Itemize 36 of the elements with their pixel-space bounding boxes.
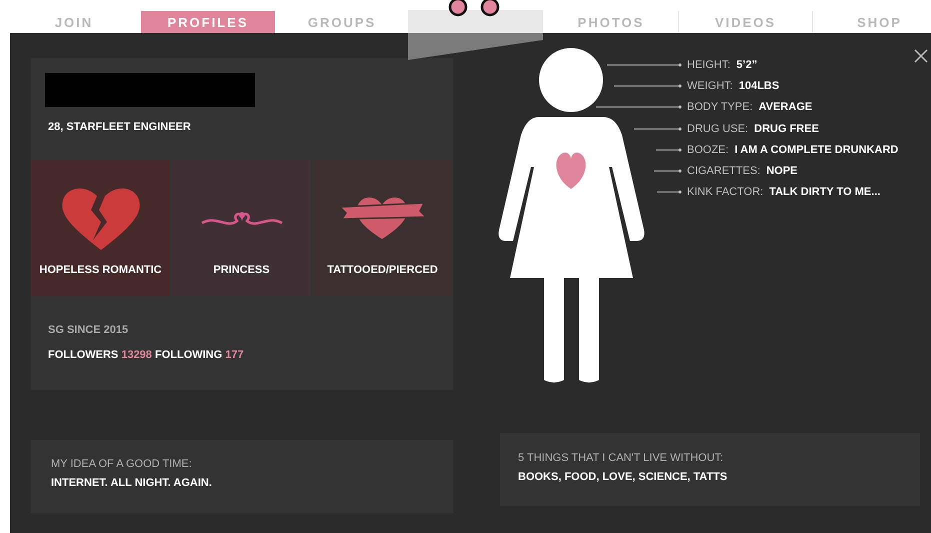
trait-label: HOPELESS ROMANTIC: [39, 264, 162, 276]
leader-line: [654, 168, 682, 174]
stat-label: CIGARETTES:: [687, 165, 760, 178]
stat-label: DRUG USE:: [687, 122, 748, 135]
stat-value: TALK DIRTY TO ME...: [769, 186, 880, 198]
info-label: 5 THINGS THAT I CAN'T LIVE WITHOUT:: [518, 452, 724, 464]
trait-label: TATTOOED/PIERCED: [327, 264, 438, 276]
info-label: MY IDEA OF A GOOD TIME:: [51, 458, 193, 470]
profile-subtitle: 28, STARFLEET ENGINEER: [48, 121, 192, 133]
nav-tab[interactable]: JOIN: [7, 11, 141, 33]
stat-label: KINK FACTOR:: [687, 186, 764, 198]
heart-banner-icon: [338, 194, 426, 240]
stat-value: 104LBS: [738, 80, 780, 92]
trait-label: PRINCESS: [213, 264, 270, 276]
stat-label: WEIGHT:: [687, 80, 733, 92]
leader-line: [657, 189, 682, 196]
leader-line: [634, 126, 682, 132]
info-value: INTERNET. ALL NIGHT. AGAIN.: [51, 477, 213, 489]
nav-tab[interactable]: PROFILES: [141, 11, 275, 33]
member-since: SG SINCE 2015: [48, 324, 130, 336]
stat-value: NOPE: [766, 165, 798, 178]
stat-label: HEIGHT:: [687, 58, 730, 71]
nav-tab[interactable]: PHOTOS: [544, 11, 678, 33]
info-value: BOOKS, FOOD, LOVE, SCIENCE, TATTS: [518, 471, 728, 483]
logo-drawing[interactable]: [448, 0, 500, 16]
stat-value: 5’2”: [736, 58, 758, 71]
stat-value: DRUG FREE: [754, 122, 819, 135]
close-icon[interactable]: [914, 49, 928, 63]
stat-label: BOOZE:: [687, 144, 729, 156]
nav-tab[interactable]: GROUPS: [275, 11, 409, 33]
leader-line: [614, 82, 682, 89]
follow-stats: FOLLOWERS 13298 FOLLOWING 177: [48, 349, 245, 361]
leader-line: [656, 146, 682, 153]
stat-label: BODY TYPE:: [687, 101, 753, 114]
stat-value: I AM A COMPLETE DRUNKARD: [734, 144, 898, 156]
stat-value: AVERAGE: [758, 101, 812, 114]
